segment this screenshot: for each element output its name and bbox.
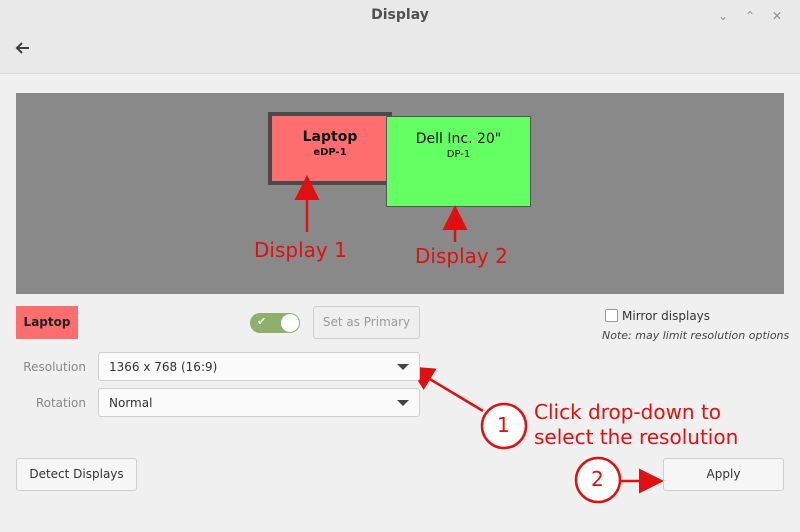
display2-label: Display 2 <box>415 244 508 268</box>
detect-displays-button[interactable]: Detect Displays <box>16 458 137 491</box>
monitor-enable-toggle[interactable]: ✔ <box>250 313 300 333</box>
chevron-down-icon <box>397 364 409 370</box>
mirror-note: Note: may limit resolution options <box>602 329 790 342</box>
chevron-down-icon <box>397 400 409 406</box>
resolution-dropdown[interactable]: 1366 x 768 (16:9) <box>98 352 420 381</box>
arrow-step1 <box>408 366 484 413</box>
apply-button[interactable]: Apply <box>663 458 784 491</box>
resolution-value: 1366 x 768 (16:9) <box>109 360 218 374</box>
check-icon: ✔ <box>257 315 267 328</box>
mirror-checkbox[interactable] <box>605 309 618 322</box>
step1-text-line2: select the resolution <box>534 425 739 449</box>
rotation-label: Rotation <box>35 396 86 410</box>
rotation-value: Normal <box>109 396 153 410</box>
step1-number: 1 <box>497 413 510 437</box>
rotation-dropdown[interactable]: Normal <box>98 388 420 417</box>
mirror-label: Mirror displays <box>622 309 711 323</box>
step2-number: 2 <box>591 467 604 491</box>
step1-text-line1: Click drop-down to <box>534 400 722 424</box>
mirror-displays-option[interactable]: Mirror displays <box>605 309 710 323</box>
resolution-label: Resolution <box>23 360 86 374</box>
selected-monitor-tag: Laptop <box>16 306 78 339</box>
set-primary-button[interactable]: Set as Primary <box>313 306 420 339</box>
toggle-knob <box>281 314 299 332</box>
annotation-arrows <box>294 175 664 504</box>
display1-label: Display 1 <box>254 238 347 262</box>
